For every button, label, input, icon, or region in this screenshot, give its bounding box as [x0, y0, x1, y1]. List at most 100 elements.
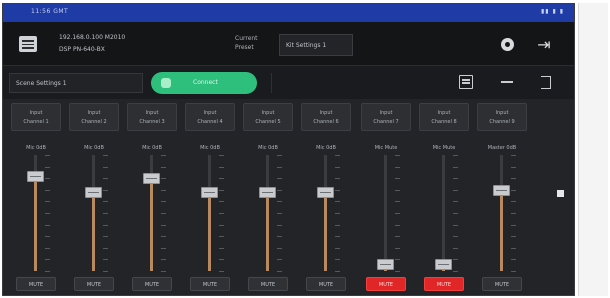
channel-name-button[interactable]: Input Channel 5 [243, 103, 293, 131]
connect-button[interactable]: Connect [151, 72, 257, 94]
channel-gain-value: Mic 0dB [258, 145, 278, 151]
channel-name: Channel 5 [255, 119, 281, 125]
mixer-panel: Input Channel 1 Mic 0dB MUTE Input Channel 2 M… [3, 99, 574, 295]
mute-button[interactable]: MUTE [424, 277, 464, 291]
channel-name-button[interactable]: Input Channel 4 [185, 103, 235, 131]
fader-handle[interactable] [377, 259, 394, 271]
channel-type: Input [145, 110, 159, 116]
channel-name: Channel 1 [23, 119, 49, 125]
fader-handle[interactable] [317, 187, 334, 199]
channel-name-button[interactable]: Input Channel 1 [11, 103, 61, 131]
fader-level-fill [266, 192, 269, 271]
gear-icon[interactable] [501, 38, 514, 51]
fader-handle[interactable] [143, 173, 160, 185]
app-header: 192.168.0.100 M2010 DSP PN-640-BX Curren… [3, 22, 574, 66]
toolbar-divider [271, 73, 441, 93]
fader-level-fill [208, 192, 211, 271]
fader-scale [219, 155, 225, 272]
mute-button[interactable]: MUTE [366, 277, 406, 291]
channel-strip: Input Channel 9 Master 0dB MUTE [473, 99, 531, 295]
channel-name-button[interactable]: Input Channel 8 [419, 103, 469, 131]
fader-scale [453, 155, 459, 272]
mute-button[interactable]: MUTE [16, 277, 56, 291]
channel-gain-value: Mic Mute [374, 145, 398, 151]
minus-icon[interactable] [501, 75, 515, 89]
channel-strip: Input Channel 7 Mic Mute MUTE [357, 99, 415, 295]
channel-type: Input [261, 110, 275, 116]
channel-name-button[interactable]: Input Channel 9 [477, 103, 527, 131]
fader-handle[interactable] [27, 170, 44, 182]
channel-name: Channel 4 [197, 119, 223, 125]
channel-name-button[interactable]: Input Channel 6 [301, 103, 351, 131]
system-icons: ▮▮ ▮ ▮ [540, 8, 564, 15]
mute-button[interactable]: MUTE [74, 277, 114, 291]
fader-scale [335, 155, 341, 272]
preset-selector[interactable]: Kit Settings 1 [279, 34, 353, 56]
screen: 11:56 GMT ▮▮ ▮ ▮ 192.168.0.100 M2010 DSP… [0, 0, 610, 298]
fader-handle[interactable] [201, 187, 218, 199]
channel-type: Input [495, 110, 509, 116]
toolbar: Scene Settings 1 Connect [3, 67, 574, 99]
channel-strip: Input Channel 1 Mic 0dB MUTE [7, 99, 65, 295]
menu-icon[interactable] [19, 36, 37, 52]
channel-strip: Input Channel 8 Mic Mute MUTE [415, 99, 473, 295]
channel-name-button[interactable]: Input Channel 3 [127, 103, 177, 131]
fader-level-fill [324, 192, 327, 271]
channel-gain-value: Mic 0dB [142, 145, 162, 151]
channel-type: Input [203, 110, 217, 116]
channel-name: Channel 8 [431, 119, 457, 125]
fader-track[interactable] [384, 155, 387, 271]
side-panel [578, 3, 608, 296]
channel-type: Input [437, 110, 451, 116]
channel-type: Input [87, 110, 101, 116]
fader-handle[interactable] [259, 187, 276, 199]
fader-level-fill [34, 175, 37, 271]
fader-track[interactable] [442, 155, 445, 271]
channel-gain-value: Mic 0dB [316, 145, 336, 151]
scene-selector[interactable]: Scene Settings 1 [9, 73, 143, 93]
fader-scale [103, 155, 109, 272]
device-address: 192.168.0.100 M2010 [59, 34, 126, 41]
mute-button[interactable]: MUTE [132, 277, 172, 291]
channel-gain-value: Mic 0dB [26, 145, 46, 151]
channel-name: Channel 9 [489, 119, 515, 125]
clock: 11:56 GMT [31, 8, 69, 15]
channel-name: Channel 6 [313, 119, 339, 125]
channel-gain-value: Mic Mute [432, 145, 456, 151]
channel-strip: Input Channel 5 Mic 0dB MUTE [239, 99, 297, 295]
connect-label: Connect [193, 79, 218, 86]
mute-button[interactable]: MUTE [190, 277, 230, 291]
layout-icon[interactable] [459, 75, 473, 89]
device-info: 192.168.0.100 M2010 DSP PN-640-BX [59, 32, 125, 56]
channel-name-button[interactable]: Input Channel 7 [361, 103, 411, 131]
export-icon[interactable] [539, 75, 553, 89]
fader-level-fill [92, 192, 95, 271]
mute-button[interactable]: MUTE [306, 277, 346, 291]
link-icon [161, 78, 171, 88]
fader-handle[interactable] [85, 187, 102, 199]
channel-name: Channel 7 [373, 119, 399, 125]
channel-type: Input [319, 110, 333, 116]
fader-scale [395, 155, 401, 272]
fader-scale [277, 155, 283, 272]
channel-strip: Input Channel 6 Mic 0dB MUTE [297, 99, 355, 295]
channel-gain-value: Mic 0dB [84, 145, 104, 151]
fader-handle[interactable] [435, 259, 452, 271]
preset-label: Current Preset [235, 35, 258, 51]
channel-name: Channel 3 [139, 119, 165, 125]
channel-strip: Input Channel 3 Mic 0dB MUTE [123, 99, 181, 295]
scroll-handle[interactable] [557, 190, 564, 197]
mute-button[interactable]: MUTE [482, 277, 522, 291]
fader-scale [161, 155, 167, 272]
channel-name-button[interactable]: Input Channel 2 [69, 103, 119, 131]
mixer-app-window: 11:56 GMT ▮▮ ▮ ▮ 192.168.0.100 M2010 DSP… [2, 3, 575, 296]
fader-handle[interactable] [493, 184, 510, 196]
logout-icon[interactable]: ⇥ [535, 36, 553, 54]
fader-scale [511, 155, 517, 272]
channel-strip: Input Channel 4 Mic 0dB MUTE [181, 99, 239, 295]
system-status-bar: 11:56 GMT ▮▮ ▮ ▮ [3, 4, 574, 22]
device-model: DSP PN-640-BX [59, 46, 105, 53]
channel-gain-value: Master 0dB [487, 145, 517, 151]
channel-gain-value: Mic 0dB [200, 145, 220, 151]
mute-button[interactable]: MUTE [248, 277, 288, 291]
